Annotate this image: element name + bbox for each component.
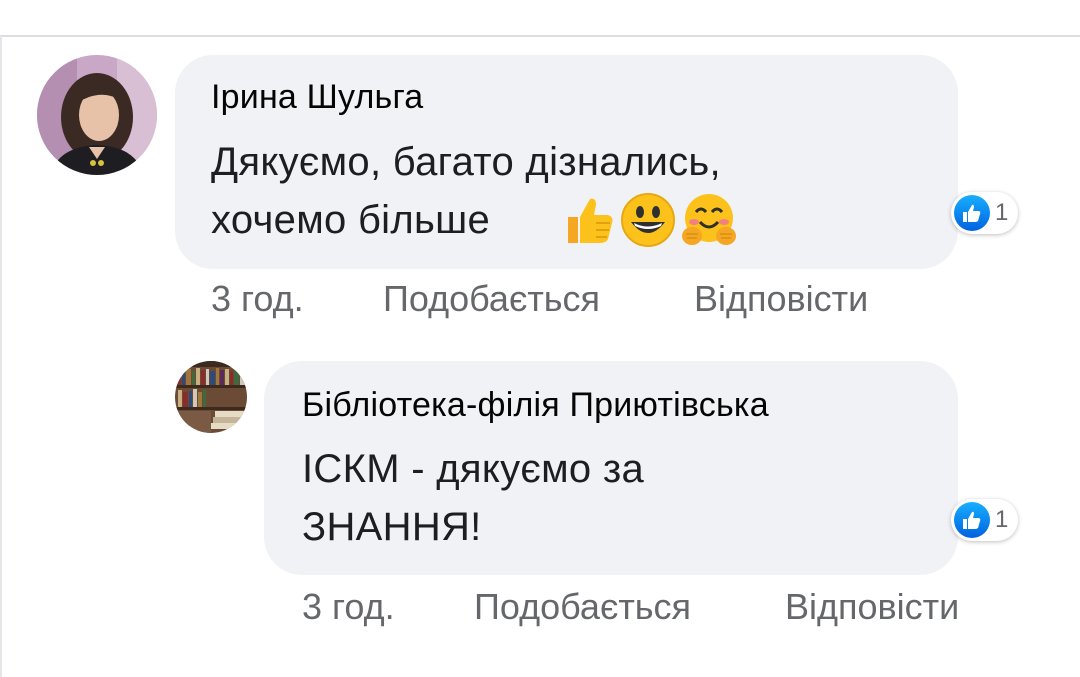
comment-actions: 3 год. Подобається Відповісти [302,586,959,628]
reaction-badge[interactable]: 1 [951,192,1019,234]
comment-actions: 3 год. Подобається Відповісти [211,278,868,320]
reply-link[interactable]: Відповісти [785,586,959,628]
like-reaction-icon [954,195,990,231]
divider [0,35,1080,37]
reaction-count: 1 [995,506,1009,533]
comment-timestamp[interactable]: 3 год. [302,586,474,628]
avatar[interactable] [37,55,157,175]
grinning-face-emoji-icon [621,193,675,247]
avatar[interactable] [175,361,247,433]
comment-text-line: ЗНАННЯ! [302,505,482,549]
smiling-face-with-open-hands-emoji-icon [682,194,736,245]
comment-text-line: ІСКМ - дякуємо за [302,447,645,491]
like-link[interactable]: Подобається [383,278,694,320]
comment-text-line: хочемо більше [211,198,491,242]
thread-edge [0,36,2,677]
comment-text-line: Дякуємо, багато дізнались, [211,140,721,184]
reaction-badge[interactable]: 1 [951,499,1019,541]
comments-section: Ірина Шульга Дякуємо, багато дізнались, … [0,0,1080,677]
user-photo-icon [37,55,157,175]
reply-link[interactable]: Відповісти [694,278,868,320]
like-reaction-icon [954,502,990,538]
comment-author[interactable]: Бібліотека-філія Приютівська [302,386,769,425]
thumbs-up-emoji-icon [568,198,613,243]
comment-timestamp[interactable]: 3 год. [211,278,383,320]
reaction-count: 1 [995,199,1009,226]
emoji-group [562,192,738,248]
bookshelf-photo-icon [175,361,247,433]
like-link[interactable]: Подобається [474,586,785,628]
comment-author[interactable]: Ірина Шульга [211,78,423,117]
